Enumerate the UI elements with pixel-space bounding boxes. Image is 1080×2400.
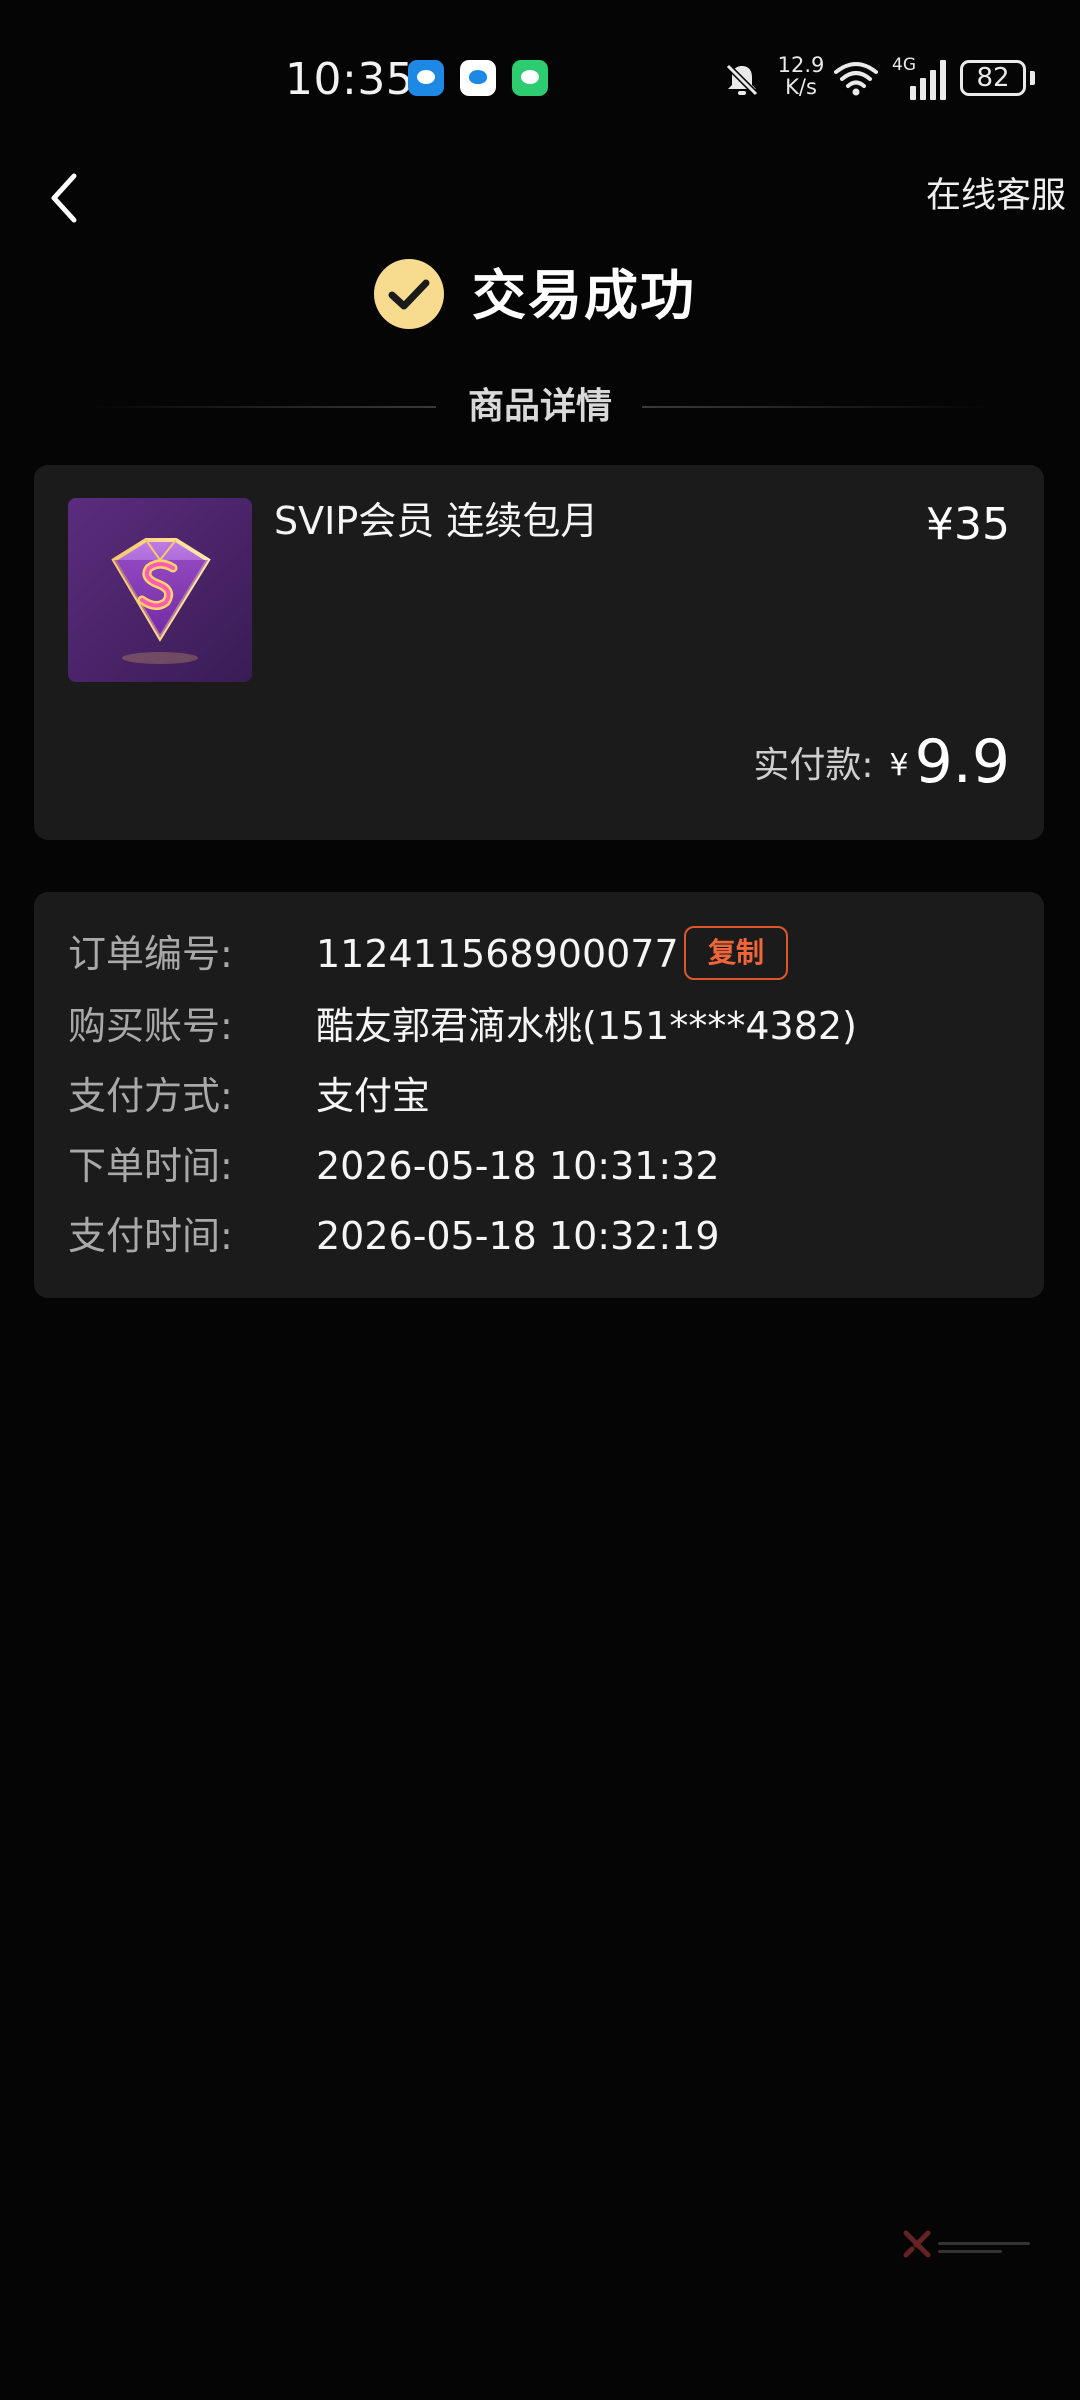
watermark-text xyxy=(938,2237,1030,2253)
status-bar: 10:35 12.9 K/s 4G 82 xyxy=(0,0,1080,150)
watermark-icon xyxy=(903,2230,931,2258)
chevron-left-icon xyxy=(51,173,77,223)
section-title: 商品详情 xyxy=(467,386,612,427)
info-label: 购买账号: xyxy=(68,1004,233,1048)
info-label: 下单时间: xyxy=(68,1144,233,1188)
product-price: ¥35 xyxy=(926,499,1010,550)
paid-currency: ¥ xyxy=(889,748,909,783)
paid-amount: 9.9 xyxy=(914,727,1010,797)
cellular-signal-icon: 4G xyxy=(892,56,950,100)
bell-muted-icon xyxy=(725,63,759,97)
network-speed: 12.9 K/s xyxy=(776,54,826,98)
network-type: 4G xyxy=(892,55,916,75)
status-time: 10:35 xyxy=(285,54,415,105)
svip-diamond-icon xyxy=(68,498,252,682)
payment-method-row: 支付方式: 支付宝 xyxy=(68,1068,1008,1124)
info-label: 订单编号: xyxy=(68,932,233,976)
payment-method-value: 支付宝 xyxy=(316,1074,431,1118)
order-number-row: 订单编号: 112411568900077 复制 xyxy=(68,926,1008,982)
online-support-link[interactable]: 在线客服 xyxy=(926,172,1066,220)
check-circle-icon xyxy=(374,259,444,329)
network-speed-unit: K/s xyxy=(785,75,817,99)
account-row: 购买账号: 酷友郭君滴水桃(151****4382) xyxy=(68,998,1008,1054)
order-number-value: 112411568900077 xyxy=(316,932,679,976)
product-name: SVIP会员 连续包月 xyxy=(274,499,599,543)
divider-left xyxy=(88,406,436,408)
divider-right xyxy=(642,406,992,408)
paid-amount-row: 实付款: ¥ 9.9 xyxy=(753,727,1010,797)
battery-level: 82 xyxy=(976,63,1010,93)
payment-time-value: 2026-05-18 10:32:19 xyxy=(316,1214,720,1258)
product-section-header: 商品详情 xyxy=(0,378,1080,434)
battery-icon: 82 xyxy=(960,60,1026,96)
network-speed-value: 12.9 xyxy=(777,53,825,77)
info-label: 支付时间: xyxy=(68,1214,233,1258)
message-app-icon xyxy=(408,60,444,96)
product-card: SVIP会员 连续包月 ¥35 实付款: ¥ 9.9 xyxy=(34,465,1044,840)
paid-label: 实付款: xyxy=(753,745,874,786)
battery-tip xyxy=(1030,71,1035,85)
transaction-status: 交易成功 xyxy=(0,255,1080,335)
qq-app-icon xyxy=(460,60,496,96)
watermark-logo xyxy=(902,2225,1032,2265)
back-button[interactable] xyxy=(40,168,94,228)
payment-time-row: 支付时间: 2026-05-18 10:32:19 xyxy=(68,1208,1008,1264)
order-time-value: 2026-05-18 10:31:32 xyxy=(316,1144,720,1188)
wifi-icon xyxy=(834,62,878,96)
status-title: 交易成功 xyxy=(472,264,696,327)
order-time-row: 下单时间: 2026-05-18 10:31:32 xyxy=(68,1138,1008,1194)
order-info-card: 订单编号: 112411568900077 复制 购买账号: 酷友郭君滴水桃(1… xyxy=(34,892,1044,1298)
account-value: 酷友郭君滴水桃(151****4382) xyxy=(316,1004,857,1048)
wechat-app-icon xyxy=(512,60,548,96)
info-label: 支付方式: xyxy=(68,1074,233,1118)
copy-button[interactable]: 复制 xyxy=(684,926,788,980)
